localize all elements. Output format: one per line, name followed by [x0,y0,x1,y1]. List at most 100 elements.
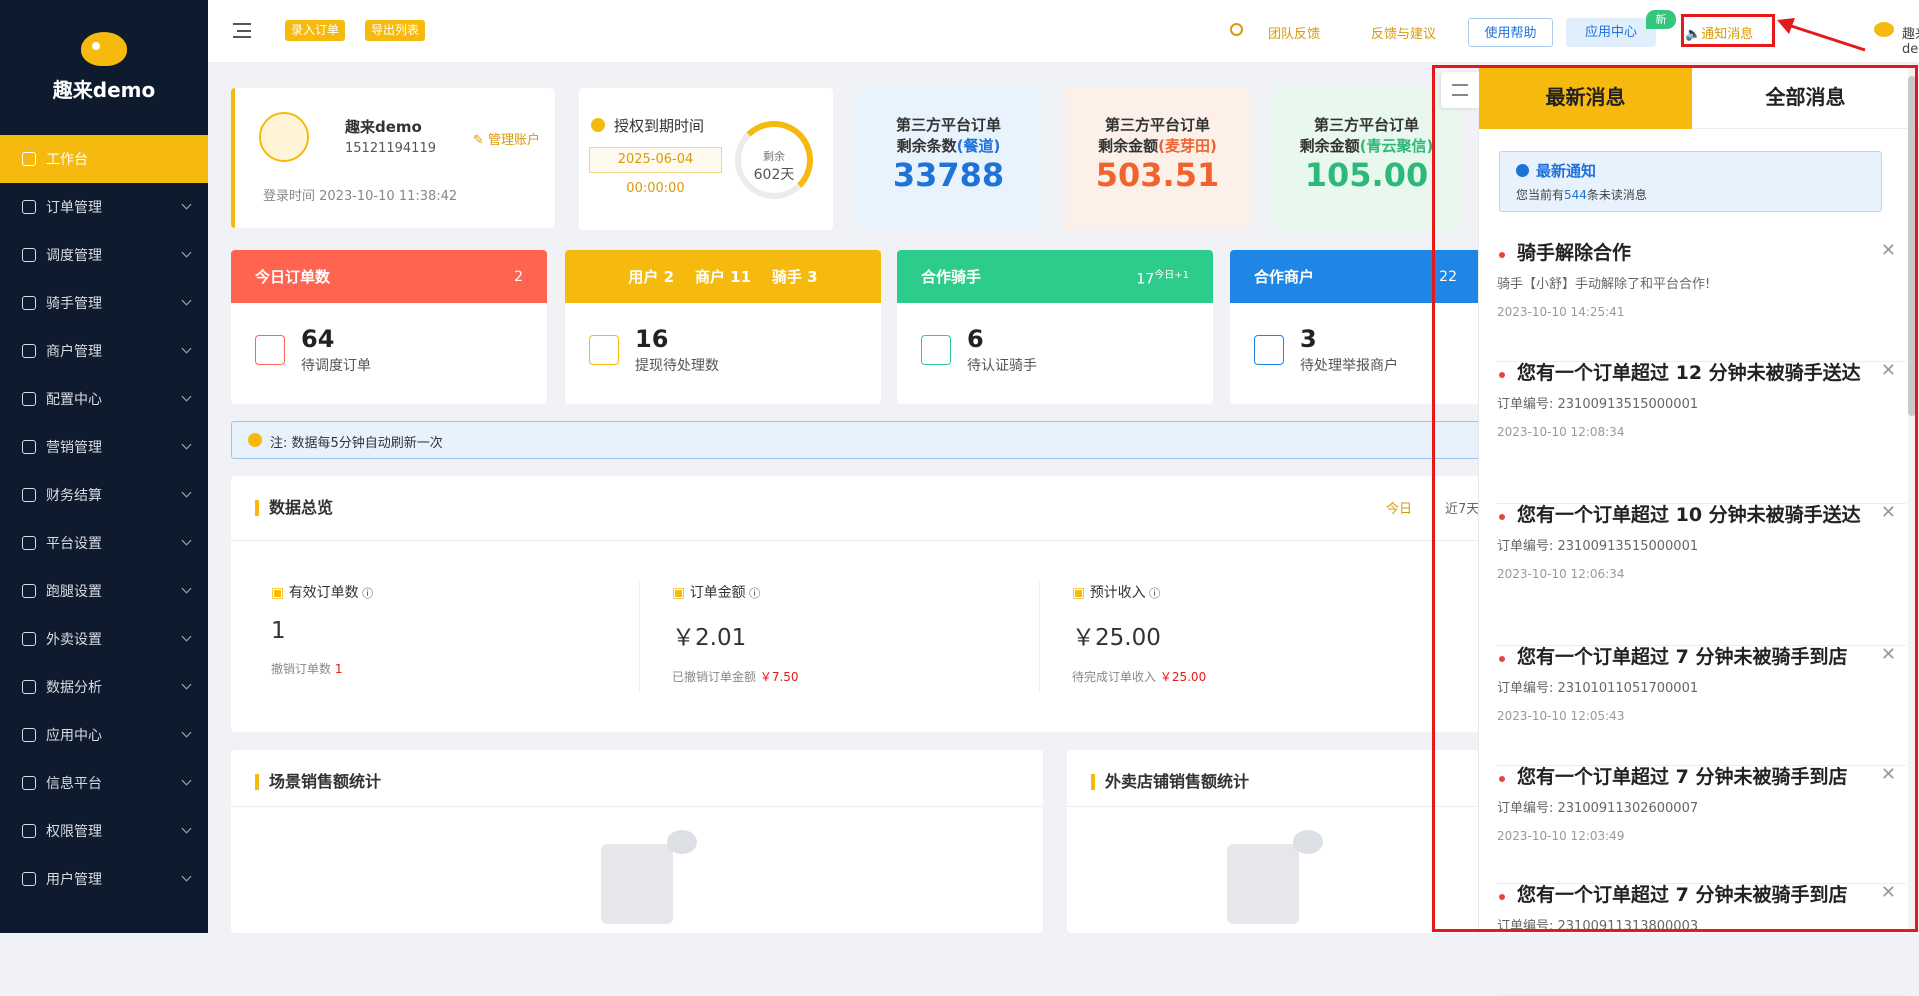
overview-sub-label: 撤销订单数 [271,662,332,676]
sidebar-item-3[interactable]: 骑手管理 [0,279,208,327]
chat-bubble-icon [667,830,697,854]
record-order-button[interactable]: 录入订单 [285,20,346,41]
sidebar-item-15[interactable]: 用户管理 [0,855,208,903]
sidebar: 趣来demo 工作台订单管理 调度管理 骑手管理商户管理配置中心 营销管理财务结算平台… [0,0,208,933]
nav-icon [22,152,36,166]
overview-item-0: ▣ 有效订单数 ⓘ 1 撤销订单数 1 [271,582,631,692]
nav-icon [22,824,36,838]
overview-sub-label: 已撤销订单金额 [672,670,757,684]
overview-label: 预计收入 [1089,585,1146,601]
overview-item-1: ▣ 订单金额 ⓘ ￥2.01 已撤销订单金额 ￥7.50 [639,582,999,692]
sidebar-item-6[interactable]: 营销管理 [0,423,208,471]
stat-label: 待处理举报商户 [1300,358,1398,374]
overview-item-icon: ▣ [271,585,289,601]
nav-icon [22,200,36,214]
nav-icon [22,584,36,598]
tp-value: 33788 [892,156,1005,194]
stat-card-0[interactable]: 今日订单数 2 64 待调度订单 [231,250,547,404]
notice-bar: 注: 数据每5分钟自动刷新一次 [231,421,1481,459]
tp-line1: 第三方平台订单 [1104,116,1210,134]
overview-card: 数据总览 今日 近7天 ▣ 有效订单数 ⓘ 1 撤销订单数 1 ▣ 订单金额 ⓘ ￥2.… [231,476,1481,732]
feedback-link[interactable]: 反馈与建议 [1371,23,1436,42]
tp-platform: (餐道) [956,137,1001,155]
sidebar-item-1[interactable]: 订单管理 [0,183,208,231]
sidebar-item-7[interactable]: 财务结算 [0,471,208,519]
help-icon[interactable]: ⓘ [359,587,373,600]
third-party-card-1: 第三方平台订单 剩余金额(麦芽田) 503.51 [1065,88,1250,230]
app-center-button[interactable]: 应用中心 [1566,18,1656,47]
tab-today[interactable]: 今日 [1386,498,1412,517]
app-logo[interactable]: 趣来demo [0,0,208,135]
menu-toggle-icon[interactable] [233,23,251,38]
sidebar-item-12[interactable]: 应用中心 [0,711,208,759]
chevron-down-icon [181,391,192,402]
export-list-button[interactable]: 导出列表 [365,20,426,41]
auth-time: 00:00:00 [626,181,685,196]
user-name[interactable]: 趣来demo [1902,23,1919,57]
avatar [259,112,309,162]
sidebar-item-label: 商户管理 [46,344,102,360]
sidebar-item-label: 工作台 [46,152,88,168]
nav-icon [22,680,36,694]
logo-icon [81,32,127,66]
new-badge: 新 [1646,10,1676,29]
chevron-down-icon [181,583,192,594]
panel-highlight-box [1432,65,1918,932]
chat-bubble-icon [1293,830,1323,854]
sidebar-item-14[interactable]: 权限管理 [0,807,208,855]
overview-item-2: ▣ 预计收入 ⓘ ￥25.00 待完成订单收入 ￥25.00 [1039,582,1399,692]
stat-card-1[interactable]: 用户 2 商户 11 骑手 3 16 提现待处理数 [565,250,881,404]
chevron-down-icon [181,727,192,738]
sidebar-item-11[interactable]: 数据分析 [0,663,208,711]
help-icon[interactable]: ⓘ [1146,587,1160,600]
sidebar-item-label: 平台设置 [46,536,102,552]
nav-icon [22,344,36,358]
tp-platform: (青云聚信) [1359,137,1434,155]
overview-label: 订单金额 [689,585,746,601]
stat-label: 提现待处理数 [635,358,719,374]
sidebar-item-label: 财务结算 [46,488,102,504]
stat-count: 17 [1136,271,1155,288]
overview-item-icon: ▣ [672,585,690,601]
chevron-down-icon [181,775,192,786]
app-name: 趣来demo [52,78,156,102]
avatar[interactable] [1874,22,1894,37]
manage-account-link[interactable]: ✎ 管理账户 [473,129,540,148]
sidebar-item-label: 跑腿设置 [46,584,102,600]
login-time: 登录时间 2023-10-10 11:38:42 [263,189,458,204]
sidebar-item-0[interactable]: 工作台 [0,135,208,183]
auth-date: 2025-06-04 [589,147,722,173]
nav-icon [22,728,36,742]
stat-sup: 今日+1 [1154,269,1189,281]
sidebar-item-8[interactable]: 平台设置 [0,519,208,567]
scene-sales-title: 场景销售额统计 [255,774,381,790]
sidebar-item-10[interactable]: 外卖设置 [0,615,208,663]
nav-icon [22,872,36,886]
team-feedback-link[interactable]: 团队反馈 [1268,23,1320,42]
sidebar-item-5[interactable]: 配置中心 [0,375,208,423]
sidebar-item-9[interactable]: 跑腿设置 [0,567,208,615]
shop-sales-card: 外卖店铺销售额统计 [1067,750,1479,933]
stat-icon [1254,335,1284,365]
overview-item-icon: ▣ [1072,585,1090,601]
sidebar-item-13[interactable]: 信息平台 [0,759,208,807]
auth-title: 授权到期时间 [614,117,705,135]
chevron-down-icon [181,631,192,642]
stat-icon [921,335,951,365]
overview-sub-value: ￥25.00 [1159,670,1207,684]
nav-icon [22,440,36,454]
sidebar-item-2[interactable]: 调度管理 [0,231,208,279]
help-icon[interactable]: ⓘ [746,587,760,600]
stat-card-2[interactable]: 合作骑手 17今日+1 6 待认证骑手 [897,250,1213,404]
account-phone: 15121194119 [345,141,436,156]
chevron-down-icon [181,199,192,210]
search-icon[interactable] [1230,23,1243,36]
help-button[interactable]: 使用帮助 [1468,18,1553,47]
nav-icon [22,392,36,406]
sidebar-item-4[interactable]: 商户管理 [0,327,208,375]
stat-head: 今日订单数 [255,268,331,286]
stat-count: 2 [514,268,523,285]
stat-label: 待调度订单 [301,358,371,374]
edit-icon: ✎ [473,133,489,148]
chevron-down-icon [181,823,192,834]
